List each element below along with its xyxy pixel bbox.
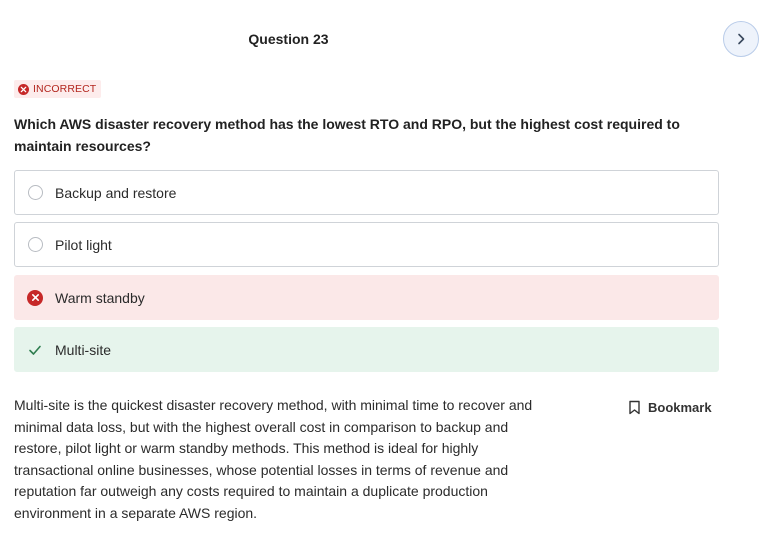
- chevron-right-icon: [738, 33, 745, 45]
- bookmark-label: Bookmark: [648, 400, 712, 415]
- answer-option-multi-site[interactable]: Multi-site: [14, 327, 719, 372]
- bookmark-icon: [629, 400, 640, 415]
- option-label: Multi-site: [55, 341, 112, 358]
- status-badge: INCORRECT: [14, 80, 102, 98]
- radio-button[interactable]: [27, 185, 43, 200]
- radio-button[interactable]: [27, 237, 43, 252]
- question-text: Which AWS disaster recovery method has t…: [14, 116, 680, 154]
- status-label: INCORRECT: [33, 83, 97, 95]
- check-icon: [29, 345, 41, 355]
- wrong-answer-x-icon: [27, 289, 43, 306]
- bookmark-button[interactable]: Bookmark: [628, 400, 712, 415]
- answer-option-pilot-light[interactable]: Pilot light: [14, 222, 719, 267]
- answer-explanation: Multi-site is the quickest disaster reco…: [14, 397, 533, 521]
- answer-option-backup-and-restore[interactable]: Backup and restore: [14, 170, 719, 215]
- answer-option-warm-standby[interactable]: Warm standby: [14, 275, 719, 320]
- option-label: Pilot light: [55, 236, 112, 253]
- incorrect-x-icon: [18, 83, 29, 95]
- option-label: Backup and restore: [55, 184, 177, 201]
- quiz-page: Question 23 INCORRECT Which AWS disaster…: [0, 0, 773, 534]
- next-question-button[interactable]: [723, 21, 759, 57]
- question-number: Question 23: [248, 31, 329, 47]
- option-label: Warm standby: [55, 289, 145, 306]
